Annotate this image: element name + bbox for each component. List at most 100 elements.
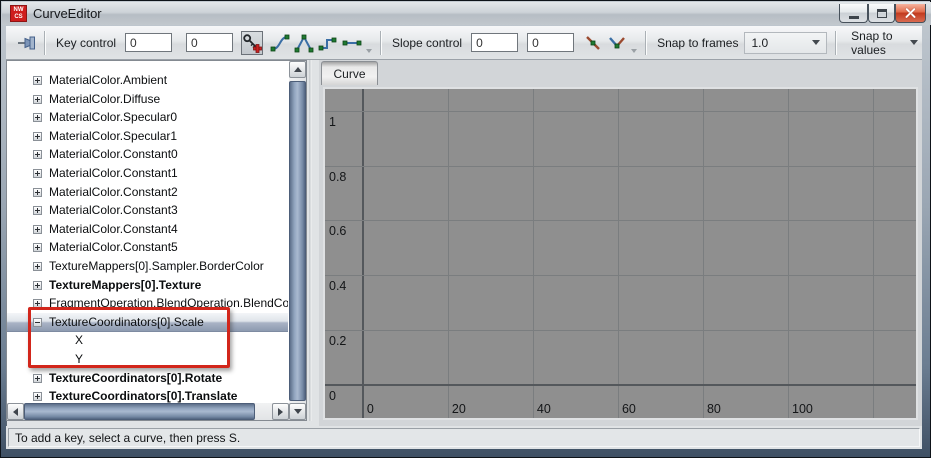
tree-item[interactable]: X	[7, 331, 288, 350]
horizontal-gridline	[325, 275, 916, 276]
tree-item-label: MaterialColor.Constant0	[49, 145, 178, 164]
slope-broken-icon	[607, 33, 627, 53]
maximize-button[interactable]	[868, 4, 895, 23]
flat-curve-button[interactable]	[341, 31, 363, 55]
expand-plus-icon[interactable]	[33, 299, 42, 308]
slope-out-input[interactable]	[527, 33, 574, 52]
linear-curve-button[interactable]	[293, 31, 315, 55]
add-key-icon	[242, 33, 262, 53]
tree-vertical-scrollbar[interactable]	[289, 61, 306, 420]
tree-item[interactable]: MaterialColor.Specular0	[7, 108, 288, 127]
tree-item[interactable]: Y	[7, 350, 288, 369]
horizontal-gridline	[325, 166, 916, 167]
tree-item[interactable]: TextureMappers[0].Texture	[7, 276, 288, 295]
tree-item[interactable]: MaterialColor.Constant2	[7, 183, 288, 202]
expand-plus-icon[interactable]	[33, 95, 42, 104]
scroll-up-button[interactable]	[289, 61, 306, 78]
smooth-curve-button[interactable]	[269, 31, 291, 55]
toolbar: Key control	[6, 26, 922, 60]
smooth-curve-icon	[270, 33, 290, 53]
key-frame-input[interactable]	[125, 33, 172, 52]
tree-item-label: MaterialColor.Constant3	[49, 201, 178, 220]
expand-plus-icon[interactable]	[33, 150, 42, 159]
tree-item[interactable]: TextureCoordinators[0].Rotate	[7, 369, 288, 388]
snap-to-frames-combobox[interactable]: 1.0	[744, 32, 827, 54]
expand-plus-icon[interactable]	[33, 225, 42, 234]
vertical-scroll-thumb[interactable]	[289, 81, 306, 401]
tree-item[interactable]: FragmentOperation.BlendOperation.BlendCo…	[7, 294, 288, 313]
expand-plus-icon[interactable]	[33, 281, 42, 290]
tree-item-label: MaterialColor.Constant5	[49, 238, 178, 257]
slope-in-input[interactable]	[471, 33, 518, 52]
tree-item[interactable]: MaterialColor.Specular1	[7, 127, 288, 146]
tree-item-label: MaterialColor.Constant2	[49, 183, 178, 202]
y-axis-line	[362, 89, 364, 418]
slope-broken-button[interactable]	[606, 31, 628, 55]
tree-item[interactable]: TextureMappers[0].Sampler.BorderColor	[7, 257, 288, 276]
toolbar-separator	[380, 31, 382, 55]
toolbar-separator	[645, 31, 647, 55]
title-bar[interactable]: NW CS CurveEditor	[2, 2, 931, 25]
toolbar-separator	[44, 31, 46, 55]
app-icon-text-top: NW	[11, 7, 26, 14]
close-button[interactable]	[895, 4, 926, 23]
expand-plus-icon[interactable]	[33, 188, 42, 197]
tree-item-label: TextureMappers[0].Texture	[49, 276, 201, 295]
tree-item[interactable]: MaterialColor.Constant0	[7, 145, 288, 164]
expand-plus-icon[interactable]	[33, 132, 42, 141]
y-tick-label: 0.6	[329, 224, 346, 238]
tree-item[interactable]: MaterialColor.Constant4	[7, 220, 288, 239]
expand-plus-icon[interactable]	[33, 206, 42, 215]
key-value-input[interactable]	[186, 33, 233, 52]
tree-item[interactable]: MaterialColor.Constant1	[7, 164, 288, 183]
add-key-button[interactable]	[241, 31, 263, 55]
x-tick-label: 40	[537, 402, 551, 416]
minimize-icon	[849, 16, 859, 19]
expand-plus-icon[interactable]	[33, 76, 42, 85]
tree-item[interactable]: MaterialColor.Diffuse	[7, 90, 288, 109]
pin-icon[interactable]	[16, 31, 40, 55]
tab-curve[interactable]: Curve	[321, 61, 378, 85]
splitter[interactable]	[309, 60, 312, 421]
collapse-minus-icon[interactable]	[33, 318, 42, 327]
expand-plus-icon[interactable]	[33, 113, 42, 122]
tree-item[interactable]: TextureCoordinators[0].Translate	[7, 387, 288, 406]
tree-item[interactable]: TextureCoordinators[0].Scale	[7, 313, 288, 332]
slope-unified-button[interactable]	[582, 31, 604, 55]
tree-item[interactable]: MaterialColor.Constant3	[7, 201, 288, 220]
tree-item[interactable]: MaterialColor.Constant5	[7, 238, 288, 257]
minimize-button[interactable]	[839, 4, 868, 23]
x-tick-label: 20	[452, 402, 466, 416]
tree-item-label: TextureMappers[0].Sampler.BorderColor	[49, 257, 264, 276]
expand-plus-icon[interactable]	[33, 262, 42, 271]
step-curve-button[interactable]	[317, 31, 339, 55]
arrow-up-icon	[294, 67, 302, 72]
maximize-icon	[877, 9, 887, 18]
tree-item-label: TextureCoordinators[0].Scale	[49, 313, 204, 332]
tree-view[interactable]: MaterialColor.AmbientMaterialColor.Diffu…	[6, 60, 307, 421]
linear-curve-icon	[294, 33, 314, 53]
tab-curve-label: Curve	[333, 67, 365, 81]
expand-plus-icon[interactable]	[33, 392, 42, 401]
status-message: To add a key, select a curve, then press…	[8, 428, 920, 447]
x-tick-label: 0	[367, 402, 374, 416]
snap-to-values-dropdown[interactable]: Snap to values	[847, 31, 922, 55]
snap-to-frames-label: Snap to frames	[657, 36, 738, 50]
expand-plus-icon[interactable]	[33, 243, 42, 252]
scroll-down-button[interactable]	[289, 403, 306, 420]
x-tick-label: 100	[792, 402, 813, 416]
curve-group-overflow-arrow-icon[interactable]	[366, 33, 372, 53]
vertical-gridline	[448, 89, 449, 418]
tree-item-label: TextureCoordinators[0].Rotate	[49, 369, 222, 388]
plot-area[interactable]: 02040608010010.80.60.40.20	[323, 87, 918, 420]
expand-plus-icon[interactable]	[33, 169, 42, 178]
x-tick-label: 80	[707, 402, 721, 416]
expand-plus-icon[interactable]	[33, 374, 42, 383]
slope-group-overflow-arrow-icon[interactable]	[631, 33, 637, 53]
app-icon: NW CS	[10, 5, 27, 22]
arrow-left-icon	[13, 408, 18, 416]
tree-item-label: MaterialColor.Diffuse	[49, 90, 160, 109]
tree-item[interactable]: MaterialColor.Ambient	[7, 71, 288, 90]
vertical-gridline	[788, 89, 789, 418]
arrow-down-icon	[294, 409, 302, 414]
